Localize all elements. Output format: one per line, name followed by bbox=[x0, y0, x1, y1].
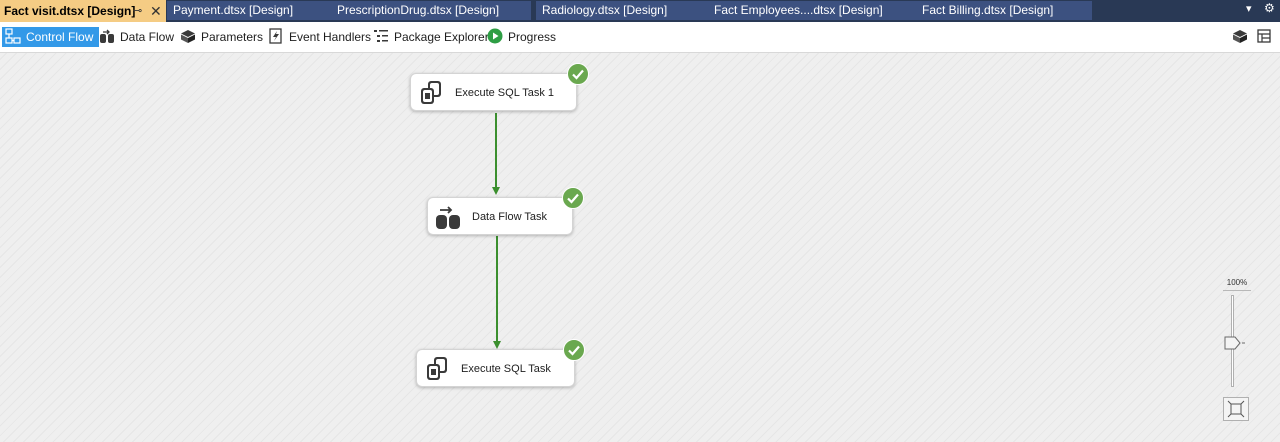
task-label: Execute SQL Task 1 bbox=[455, 87, 555, 99]
execute-sql-task-icon bbox=[421, 81, 441, 104]
tab-control-flow[interactable]: Control Flow bbox=[2, 27, 100, 47]
package-explorer-icon bbox=[374, 30, 388, 42]
tab-package-explorer[interactable]: Package Explorer bbox=[373, 27, 489, 47]
tab-label: Parameters bbox=[201, 30, 264, 44]
document-tab-strip: Fact visit.dtsx [Design] ⊸ ✕ Payment.dts… bbox=[0, 0, 1280, 22]
parameters-icon bbox=[181, 30, 195, 43]
control-flow-design-surface[interactable]: Execute SQL Task 1 Data Flow Task Execut… bbox=[0, 52, 1280, 442]
tab-data-flow[interactable]: Data Flow bbox=[99, 27, 174, 47]
precedence-constraints bbox=[492, 113, 501, 349]
tab-label: Fact visit.dtsx [Design] bbox=[4, 4, 136, 18]
tab-progress[interactable]: Progress bbox=[487, 27, 556, 47]
fit-to-window-icon bbox=[1227, 400, 1245, 418]
pin-icon[interactable]: ⊸ bbox=[133, 0, 142, 22]
tab-event-handlers[interactable]: Event Handlers bbox=[268, 27, 371, 47]
progress-icon bbox=[487, 28, 503, 44]
tab-prescription-drug[interactable]: PrescriptionDrug.dtsx [Design] bbox=[331, 1, 531, 20]
designer-toolbar: Control Flow Data Flow Parameters Event … bbox=[0, 22, 1280, 51]
tab-label: Fact Employees....dtsx [Design] bbox=[714, 3, 883, 17]
close-icon[interactable]: ✕ bbox=[150, 0, 162, 22]
success-check-icon bbox=[567, 63, 589, 85]
constraint-arrowhead bbox=[493, 341, 501, 349]
tab-fact-billing[interactable]: Fact Billing.dtsx [Design] bbox=[916, 1, 1092, 20]
tab-payment[interactable]: Payment.dtsx [Design] bbox=[167, 1, 331, 20]
task-label: Execute SQL Task bbox=[461, 363, 551, 375]
tab-label: PrescriptionDrug.dtsx [Design] bbox=[337, 3, 500, 17]
tab-list-dropdown-icon[interactable]: ▾ bbox=[1246, 2, 1252, 15]
tab-label: Data Flow bbox=[120, 30, 175, 44]
tab-parameters[interactable]: Parameters bbox=[180, 27, 263, 47]
tab-radiology[interactable]: Radiology.dtsx [Design] bbox=[536, 1, 708, 20]
tab-fact-visit[interactable]: Fact visit.dtsx [Design] ⊸ ✕ bbox=[0, 0, 166, 22]
tab-label: Control Flow bbox=[26, 30, 94, 44]
tab-label: Radiology.dtsx [Design] bbox=[542, 3, 668, 17]
zoom-level-label: 100% bbox=[1226, 278, 1248, 287]
execute-sql-task-node[interactable]: Execute SQL Task 1 bbox=[410, 63, 589, 111]
task-label: Data Flow Task bbox=[472, 211, 547, 223]
tab-fact-employees[interactable]: Fact Employees....dtsx [Design] bbox=[708, 1, 916, 20]
zoom-slider-thumb[interactable] bbox=[1224, 336, 1246, 350]
event-handlers-icon bbox=[269, 28, 282, 44]
tab-label: Progress bbox=[508, 30, 557, 44]
execute-sql-task-node[interactable]: Execute SQL Task bbox=[416, 339, 585, 387]
sql-server-toolbox-icon[interactable] bbox=[1256, 28, 1272, 44]
data-flow-task-icon bbox=[436, 206, 460, 229]
data-flow-icon bbox=[100, 29, 114, 43]
tab-label: Payment.dtsx [Design] bbox=[173, 3, 294, 17]
gear-icon[interactable]: ⚙ bbox=[1264, 1, 1275, 15]
zoom-divider bbox=[1223, 290, 1251, 291]
control-flow-icon bbox=[5, 28, 21, 44]
zoom-to-fit-button[interactable] bbox=[1223, 397, 1249, 421]
constraint-arrowhead bbox=[492, 187, 500, 195]
data-flow-task-node[interactable]: Data Flow Task bbox=[427, 187, 584, 235]
tab-label: Event Handlers bbox=[289, 30, 372, 44]
variables-icon[interactable] bbox=[1232, 28, 1248, 44]
success-check-icon bbox=[562, 187, 584, 209]
success-check-icon bbox=[563, 339, 585, 361]
zoom-control: 100% bbox=[1222, 278, 1252, 423]
execute-sql-task-icon bbox=[427, 357, 447, 380]
tab-label: Fact Billing.dtsx [Design] bbox=[922, 3, 1054, 17]
tab-label: Package Explorer bbox=[394, 30, 489, 44]
